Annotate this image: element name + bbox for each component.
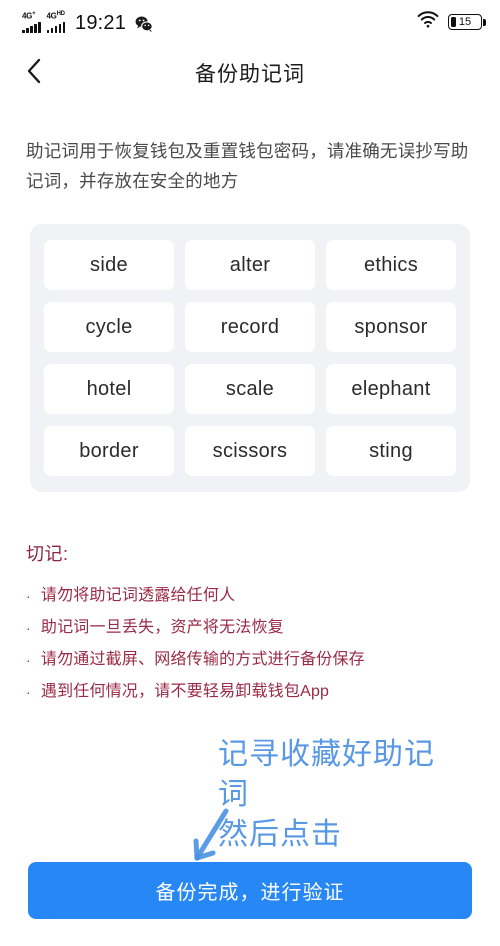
bullet-icon: · [26, 684, 31, 700]
battery-fill [451, 17, 456, 27]
wifi-icon [417, 11, 439, 33]
signal-1-label: 4G+ [22, 11, 36, 21]
warning-item-text: 请勿将助记词透露给任何人 [40, 587, 236, 604]
annotation-line-2: 词 [218, 778, 249, 811]
mnemonic-word: alter [185, 240, 315, 290]
annotation-line-3: 然后点击 [218, 818, 342, 851]
signal-indicator-2: 4GHD [46, 11, 65, 33]
wechat-icon [135, 15, 153, 33]
warning-item-text: 遇到任何情况，请不要轻易卸载钱包App [40, 683, 330, 700]
chevron-left-icon [26, 58, 42, 89]
warning-item: · 请勿通过截屏、网络传输的方式进行备份保存 [26, 644, 474, 676]
mnemonic-word: sponsor [326, 302, 456, 352]
mnemonic-word: cycle [44, 302, 174, 352]
battery-level-text: 15 [458, 16, 472, 28]
bullet-icon: · [26, 620, 31, 636]
warning-item-text: 请勿通过截屏、网络传输的方式进行备份保存 [40, 651, 365, 668]
signal-indicator-1: 4G+ [22, 11, 41, 33]
signal-bars-2 [46, 21, 65, 33]
mnemonic-word: hotel [44, 364, 174, 414]
mnemonic-word: scale [185, 364, 315, 414]
bullet-icon: · [26, 588, 31, 604]
page-title: 备份助记词 [195, 63, 305, 86]
warning-item: · 助记词一旦丢失，资产将无法恢复 [26, 612, 474, 644]
battery-indicator: 15 [448, 14, 486, 30]
signal-bars-1 [22, 21, 41, 33]
status-bar: 4G+ 4GHD 19:21 15 [0, 0, 500, 44]
mnemonic-word: border [44, 426, 174, 476]
warning-list: · 请勿将助记词透露给任何人 · 助记词一旦丢失，资产将无法恢复 · 请勿通过截… [26, 580, 474, 708]
status-bar-left: 4G+ 4GHD 19:21 [22, 11, 153, 33]
mnemonic-word: sting [326, 426, 456, 476]
back-button[interactable] [16, 55, 52, 91]
mnemonic-word: scissors [185, 426, 315, 476]
description-text: 助记词用于恢复钱包及重置钱包密码，请准确无误抄写助记词，并存放在安全的地方 [26, 141, 469, 191]
status-bar-clock: 19:21 [75, 11, 127, 34]
status-bar-right: 15 [417, 11, 486, 33]
signal-2-label: 4GHD [46, 11, 65, 21]
annotation-line-1: 记寻收藏好助记 [218, 738, 435, 771]
warning-item: · 请勿将助记词透露给任何人 [26, 580, 474, 612]
annotation-overlay: 记寻收藏好助记 词 然后点击 [218, 735, 488, 855]
mnemonic-panel: side alter ethics cycle record sponsor h… [30, 224, 470, 492]
mnemonic-word: ethics [326, 240, 456, 290]
mnemonic-word: side [44, 240, 174, 290]
confirm-backup-button[interactable]: 备份完成，进行验证 [28, 862, 472, 919]
warning-item-text: 助记词一旦丢失，资产将无法恢复 [40, 619, 284, 636]
mnemonic-word: record [185, 302, 315, 352]
nav-bar: 备份助记词 [0, 44, 500, 102]
warning-title: 切记: [26, 544, 69, 564]
mnemonic-word: elephant [326, 364, 456, 414]
warning-section: 切记: · 请勿将助记词透露给任何人 · 助记词一旦丢失，资产将无法恢复 · 请… [26, 540, 474, 708]
bullet-icon: · [26, 652, 31, 668]
warning-item: · 遇到任何情况，请不要轻易卸载钱包App [26, 676, 474, 708]
